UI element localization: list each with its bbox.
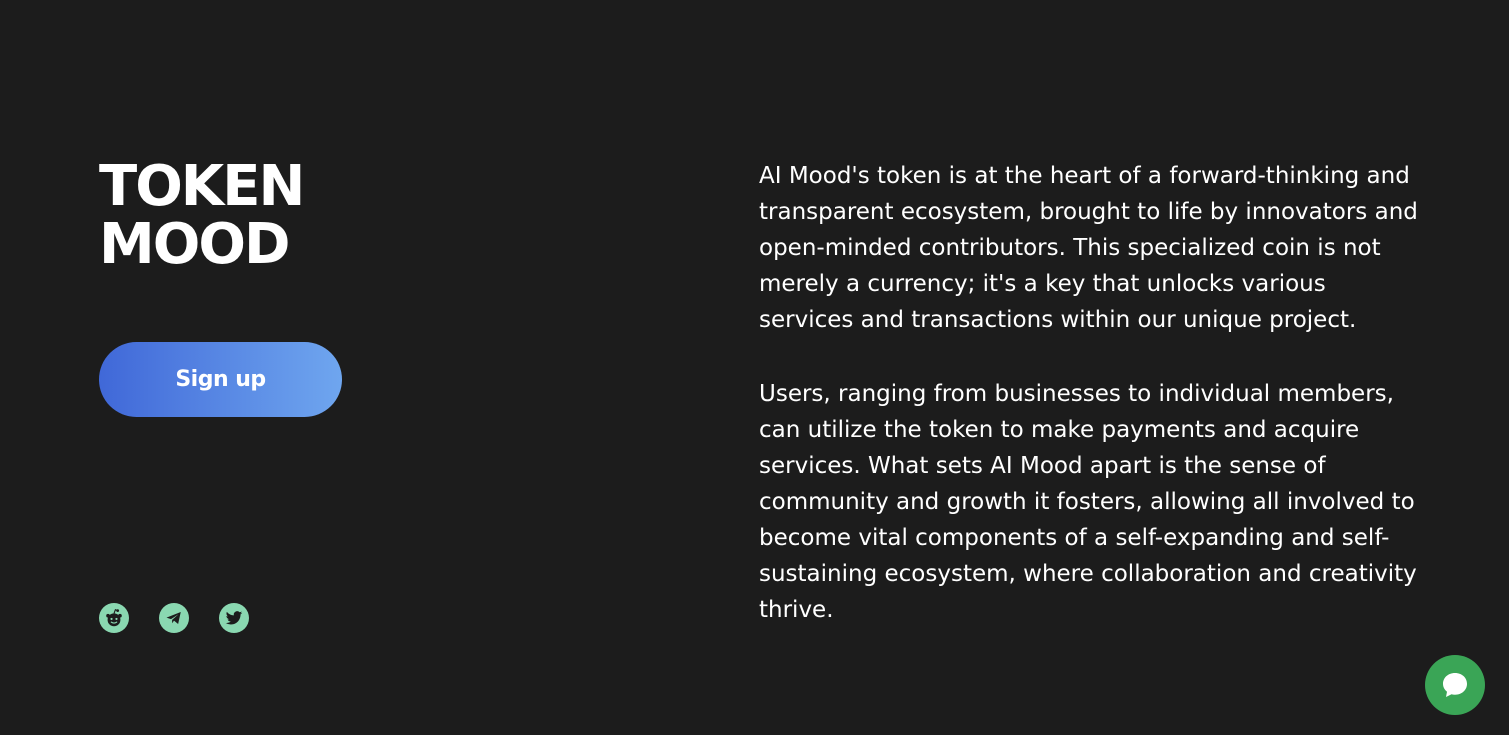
sign-up-button[interactable]: Sign up (99, 342, 342, 417)
twitter-link[interactable] (219, 603, 249, 633)
title-line-mood: MOOD (99, 212, 290, 277)
chat-widget-button[interactable] (1425, 655, 1485, 715)
hero-section: TOKEN MOOD (99, 158, 499, 274)
telegram-link[interactable] (159, 603, 189, 633)
telegram-icon (166, 612, 181, 624)
twitter-icon (225, 611, 243, 625)
reddit-icon (106, 609, 122, 627)
chat-bubble-icon (1443, 673, 1467, 697)
description-paragraph-1: AI Mood's token is at the heart of a for… (759, 163, 1418, 333)
description-paragraph-2: Users, ranging from businesses to indivi… (759, 381, 1417, 623)
page-title: TOKEN MOOD (99, 158, 499, 274)
token-description: AI Mood's token is at the heart of a for… (759, 158, 1419, 628)
title-line-token: TOKEN (99, 154, 305, 219)
reddit-link[interactable] (99, 603, 129, 633)
social-links (99, 603, 249, 633)
